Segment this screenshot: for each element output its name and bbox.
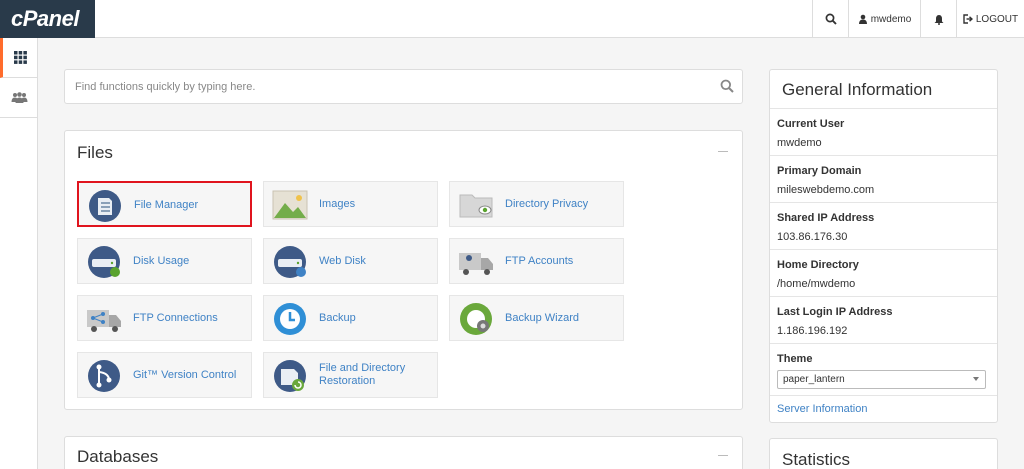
tile-label: File Manager — [134, 198, 199, 211]
logout-icon — [963, 14, 973, 24]
info-row-current-user: Current User mwdemo — [770, 108, 997, 155]
info-label: Shared IP Address — [777, 212, 875, 224]
grid-icon — [14, 51, 27, 64]
info-label: Home Directory — [777, 259, 859, 271]
tile-label: Images — [319, 197, 356, 210]
info-value: 1.186.196.192 — [777, 325, 848, 337]
search-input[interactable] — [75, 77, 695, 97]
sidebar-item-home[interactable] — [0, 38, 38, 78]
disk-usage-icon — [88, 246, 120, 278]
tile-backup-wizard[interactable]: Backup Wizard — [449, 295, 624, 341]
collapse-toggle[interactable] — [718, 151, 728, 152]
tile-directory-privacy[interactable]: Directory Privacy — [449, 181, 624, 227]
tile-git-version-control[interactable]: Git™ Version Control — [77, 352, 252, 398]
section-title: Files — [77, 143, 113, 162]
tile-label: Backup — [319, 311, 356, 324]
sidebar-item-users[interactable] — [0, 78, 38, 118]
tile-images[interactable]: Images — [263, 181, 438, 227]
general-information-panel: General Information Current User mwdemo … — [769, 69, 998, 423]
users-icon — [11, 92, 27, 103]
ftp-connections-icon — [87, 310, 121, 332]
ftp-accounts-icon — [459, 253, 493, 275]
logo-text: cPanel — [11, 6, 79, 31]
panel-title: General Information — [782, 80, 933, 99]
theme-select[interactable]: paper_lantern — [777, 370, 986, 389]
panel-title: Statistics — [782, 450, 851, 469]
info-label: Theme — [777, 353, 813, 365]
cpanel-logo[interactable]: cPanel — [0, 0, 95, 38]
user-menu[interactable]: mwdemo — [848, 0, 920, 38]
info-label: Last Login IP Address — [777, 306, 893, 318]
tile-label: Git™ Version Control — [133, 368, 237, 381]
notifications-button[interactable] — [920, 0, 956, 38]
file-manager-icon — [89, 190, 121, 222]
info-row-shared-ip: Shared IP Address 103.86.176.30 — [770, 202, 997, 249]
bell-icon — [934, 14, 943, 25]
logout-button[interactable]: LOGOUT — [956, 0, 1024, 38]
server-information-link[interactable]: Server Information — [777, 403, 867, 415]
backup-wizard-icon — [460, 303, 492, 335]
info-label: Primary Domain — [777, 165, 862, 177]
tile-ftp-accounts[interactable]: FTP Accounts — [449, 238, 624, 284]
tile-backup[interactable]: Backup — [263, 295, 438, 341]
images-icon — [272, 190, 308, 220]
section-title: Databases — [77, 447, 159, 466]
tile-ftp-connections[interactable]: FTP Connections — [77, 295, 252, 341]
tile-label: Web Disk — [319, 254, 366, 267]
info-value: 103.86.176.30 — [777, 231, 848, 243]
info-label: Current User — [777, 118, 845, 130]
search-icon — [825, 13, 837, 25]
search-icon[interactable] — [720, 79, 734, 93]
info-value: mileswebdemo.com — [777, 184, 875, 196]
info-row-home-directory: Home Directory /home/mwdemo — [770, 249, 997, 296]
databases-section: Databases — [64, 436, 743, 469]
tile-web-disk[interactable]: Web Disk — [263, 238, 438, 284]
git-icon — [88, 360, 120, 392]
collapse-toggle[interactable] — [718, 455, 728, 456]
user-icon — [858, 14, 867, 24]
file-restoration-icon — [274, 360, 306, 392]
tile-label: FTP Connections — [133, 311, 218, 324]
chevron-down-icon — [973, 377, 979, 381]
tile-label: FTP Accounts — [505, 254, 574, 267]
info-row-primary-domain: Primary Domain mileswebdemo.com — [770, 155, 997, 202]
tile-label: Disk Usage — [133, 254, 190, 267]
backup-icon — [274, 303, 306, 335]
tile-file-manager[interactable]: File Manager — [77, 181, 252, 227]
info-row-last-login-ip: Last Login IP Address 1.186.196.192 — [770, 296, 997, 343]
top-navbar: cPanel mwdemo LOGOUT — [0, 0, 1024, 38]
theme-selected-value: paper_lantern — [783, 374, 845, 385]
left-sidebar — [0, 38, 38, 469]
username-label: mwdemo — [870, 13, 912, 25]
info-value: mwdemo — [777, 137, 822, 149]
logout-label: LOGOUT — [975, 13, 1019, 25]
divider — [770, 395, 997, 396]
tile-file-directory-restoration[interactable]: File and Directory Restoration — [263, 352, 438, 398]
files-section: Files File Manager Images Directory Priv… — [64, 130, 743, 410]
statistics-panel: Statistics — [769, 438, 998, 469]
search-button[interactable] — [812, 0, 848, 38]
tile-label: Directory Privacy — [505, 197, 589, 210]
tile-label: File and Directory Restoration — [319, 362, 406, 387]
tile-disk-usage[interactable]: Disk Usage — [77, 238, 252, 284]
function-search-box — [64, 69, 743, 104]
directory-privacy-icon — [459, 194, 493, 218]
tile-label: Backup Wizard — [505, 311, 579, 324]
info-value: /home/mwdemo — [777, 278, 856, 290]
web-disk-icon — [274, 246, 306, 278]
